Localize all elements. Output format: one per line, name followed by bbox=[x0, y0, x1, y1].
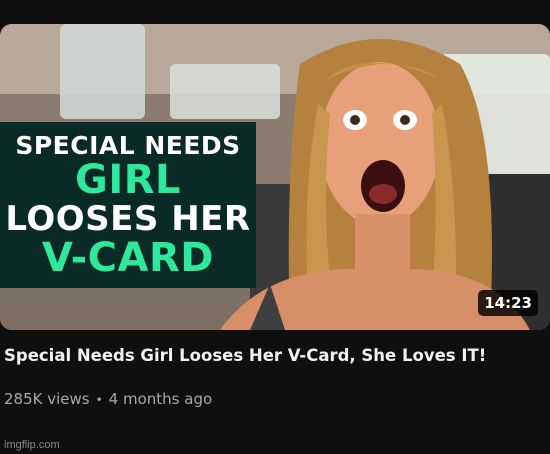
upload-age: 4 months ago bbox=[108, 390, 213, 408]
video-thumbnail[interactable]: SPECIAL NEEDS GIRL LOOSES HER V-CARD 14:… bbox=[0, 24, 550, 330]
video-title[interactable]: Special Needs Girl Looses Her V-Card, Sh… bbox=[4, 345, 544, 367]
thumbnail-overlay-line-4: V-CARD bbox=[42, 234, 214, 281]
thumbnail-overlay-line-3: LOOSES HER bbox=[5, 198, 251, 239]
view-count: 285K views bbox=[4, 390, 90, 408]
thumbnail-title-panel: SPECIAL NEEDS GIRL LOOSES HER V-CARD bbox=[0, 122, 256, 288]
meta-separator: • bbox=[95, 393, 103, 407]
imgflip-watermark: imgflip.com bbox=[4, 439, 60, 451]
thumbnail-overlay-line-1: SPECIAL NEEDS bbox=[15, 130, 241, 160]
duration-badge: 14:23 bbox=[478, 290, 538, 316]
video-metadata: 285K views • 4 months ago bbox=[4, 389, 212, 410]
video-card[interactable]: SPECIAL NEEDS GIRL LOOSES HER V-CARD 14:… bbox=[0, 0, 550, 454]
thumbnail-overlay-line-2: GIRL bbox=[74, 156, 181, 203]
